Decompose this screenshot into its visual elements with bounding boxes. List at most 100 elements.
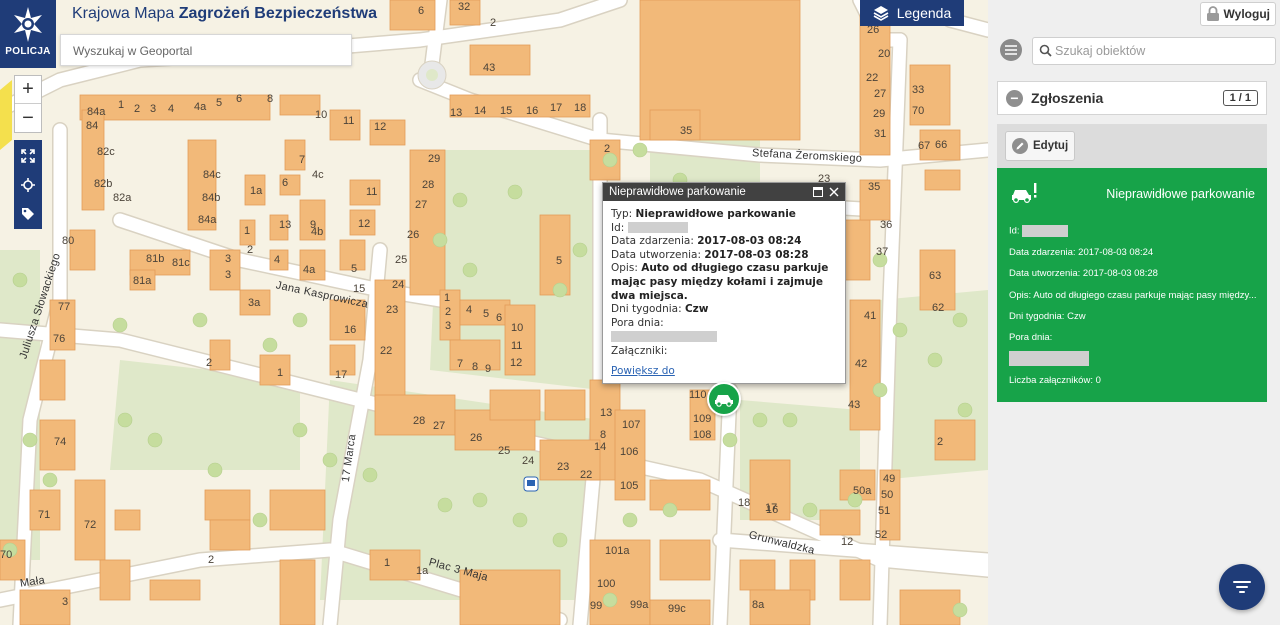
- map-tools: [14, 140, 42, 229]
- house-number: 8: [267, 93, 274, 105]
- house-number: 27: [874, 88, 887, 100]
- menu-button[interactable]: [1000, 39, 1022, 61]
- house-number: 4a: [303, 264, 316, 276]
- house-number: 106: [620, 446, 639, 458]
- popup-type-label: Typ:: [611, 208, 633, 220]
- popup-event-date-label: Data zdarzenia:: [611, 235, 694, 248]
- house-number: 99c: [668, 603, 686, 615]
- app-title: Krajowa Mapa Zagrożeń Bezpieczeństwa: [72, 5, 377, 23]
- house-number: 51: [878, 505, 891, 517]
- zoom-out-button[interactable]: −: [15, 104, 41, 132]
- house-number: 13: [600, 407, 613, 419]
- legend-button[interactable]: Legenda: [860, 0, 964, 26]
- house-number: 11: [366, 186, 378, 198]
- popup-created-date-label: Data utworzenia:: [611, 248, 702, 261]
- house-number: 28: [413, 415, 426, 427]
- house-number: 13: [279, 219, 292, 231]
- house-number: 1: [244, 225, 251, 237]
- collapse-icon[interactable]: −: [1006, 89, 1023, 107]
- police-logo[interactable]: POLICJA: [0, 0, 56, 68]
- house-number: 12: [358, 218, 371, 230]
- house-number: 6: [282, 177, 289, 189]
- house-number: 8: [600, 429, 607, 441]
- house-number: 26: [867, 24, 880, 36]
- house-number: 76: [53, 333, 66, 345]
- card-description: Opis: Auto od długiego czasu parkuje maj…: [1009, 290, 1257, 301]
- popup-days-label: Dni tygodnia:: [611, 303, 682, 316]
- reports-section-header[interactable]: − Zgłoszenia 1 / 1: [997, 81, 1267, 115]
- house-number: 31: [874, 128, 887, 140]
- report-card[interactable]: Nieprawidłowe parkowanie Id: Data zdarze…: [997, 168, 1267, 402]
- close-icon[interactable]: [829, 187, 839, 197]
- house-number: 3: [445, 320, 452, 332]
- house-number: 63: [929, 270, 942, 282]
- house-number: 1: [277, 367, 284, 379]
- house-number: 6: [496, 312, 503, 324]
- house-number: 17: [550, 102, 563, 114]
- house-number: 2: [490, 17, 497, 29]
- geoportal-search-input[interactable]: Wyszukaj w Geoportal: [60, 34, 352, 66]
- logout-button[interactable]: Wyloguj: [1199, 2, 1276, 26]
- object-search-input[interactable]: Szukaj obiektów: [1032, 37, 1276, 65]
- house-number: 99: [590, 600, 603, 612]
- house-number: 6: [418, 5, 425, 17]
- tag-button[interactable]: [15, 199, 41, 228]
- house-number: 27: [415, 199, 428, 211]
- house-number: 74: [54, 436, 67, 448]
- house-number: 1: [384, 557, 391, 569]
- house-number: 50a: [853, 485, 872, 497]
- house-number: 28: [422, 179, 435, 191]
- house-number: 80: [62, 235, 75, 247]
- filter-button[interactable]: [1219, 564, 1265, 610]
- zoom-in-button[interactable]: +: [15, 76, 41, 104]
- card-time-label: Pora dnia:: [1009, 332, 1053, 343]
- popup-time-row: [611, 330, 837, 344]
- house-number: 7: [457, 358, 464, 370]
- map-canvas[interactable]: 6322282643131415161718352022272931337012…: [0, 0, 988, 625]
- house-number: 5: [556, 255, 563, 267]
- house-number: 99a: [630, 599, 649, 611]
- house-number: 109: [693, 413, 712, 425]
- house-number: 70: [912, 105, 925, 117]
- house-number: 16: [344, 324, 357, 336]
- house-number: 26: [407, 229, 420, 241]
- house-number: 12: [841, 536, 854, 548]
- house-number: 18: [738, 497, 751, 509]
- house-number: 5: [216, 97, 223, 109]
- house-number: 3: [225, 253, 232, 265]
- house-number: 84: [86, 120, 99, 132]
- maximize-icon[interactable]: [813, 187, 823, 197]
- card-attachments: Liczba załączników: 0: [1009, 375, 1101, 386]
- house-number: 10: [511, 322, 524, 334]
- house-number: 4: [168, 103, 175, 115]
- popup-created-date-value: 2017-08-03 08:28: [704, 248, 809, 261]
- house-number: 1a: [250, 185, 263, 197]
- report-marker[interactable]: [707, 382, 741, 416]
- card-redacted-time: [1009, 351, 1089, 366]
- house-number: 107: [622, 419, 641, 431]
- app-root: 6322282643131415161718352022272931337012…: [0, 0, 1280, 625]
- popup-id-row: Id:: [611, 222, 837, 236]
- house-number: 35: [680, 125, 693, 137]
- locate-button[interactable]: [15, 170, 41, 199]
- fullscreen-icon: [21, 148, 35, 163]
- house-number: 4b: [311, 226, 324, 238]
- fullscreen-button[interactable]: [15, 141, 41, 170]
- popup-time-label: Pora dnia:: [611, 316, 664, 329]
- house-number: 10: [315, 109, 328, 121]
- app-title-bold: Zagrożeń Bezpieczeństwa: [178, 5, 377, 22]
- popup-header: Nieprawidłowe parkowanie: [603, 183, 845, 201]
- house-number: 14: [474, 105, 487, 117]
- house-number: 17: [335, 369, 348, 381]
- zoom-to-link[interactable]: Powiększ do: [611, 365, 675, 377]
- edit-button[interactable]: Edytuj: [1005, 131, 1076, 161]
- house-number: 77: [58, 301, 71, 313]
- house-number: 12: [374, 121, 387, 133]
- house-number: 22: [380, 345, 393, 357]
- house-number: 3: [225, 269, 232, 281]
- house-number: 16: [766, 504, 779, 516]
- house-number: 15: [500, 105, 513, 117]
- card-time-row: [1009, 351, 1089, 366]
- popup-attachments-label: Załączniki:: [611, 344, 668, 357]
- house-number: 2: [208, 554, 215, 566]
